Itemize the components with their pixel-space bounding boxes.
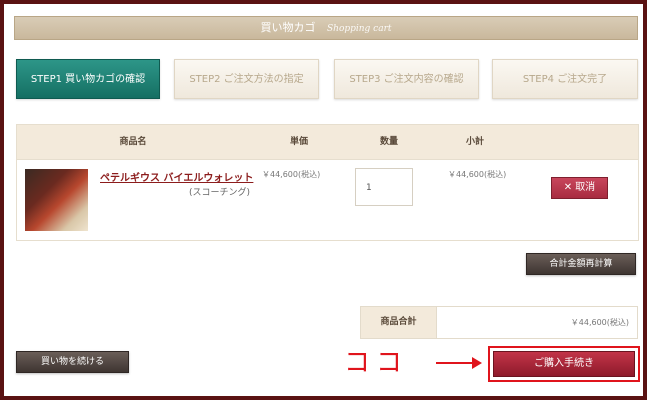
quantity-input[interactable]: 1: [355, 168, 413, 206]
page-frame: 買い物カゴ Shopping cart STEP1 買い物カゴの確認 STEP2…: [0, 0, 647, 400]
delete-button[interactable]: ✕ 取消: [551, 177, 608, 199]
total-value: ￥44,600(税込): [570, 318, 629, 327]
cart-header: 買い物カゴ Shopping cart: [14, 16, 638, 40]
purchase-button[interactable]: ご購入手続き: [493, 351, 635, 377]
delete-label: 取消: [575, 182, 596, 193]
recalculate-button[interactable]: 合計金額再計算: [526, 253, 636, 275]
total-label: 商品合計: [361, 307, 437, 338]
step-label: STEP4 ご注文完了: [522, 74, 608, 85]
continue-shopping-button[interactable]: 買い物を続ける: [16, 351, 129, 373]
cart-table-header: 商品名 単価 数量 小計: [17, 125, 638, 160]
cart-table: 商品名 単価 数量 小計 ペテルギウス バイエルウォレット (スコーチング) ￥…: [16, 124, 639, 241]
product-name-link[interactable]: ペテルギウス バイエルウォレット: [100, 169, 253, 184]
column-product: 商品名: [119, 137, 147, 147]
unit-price: ￥44,600(税込): [262, 170, 321, 179]
column-unit-price: 単価: [289, 137, 308, 147]
step-label: STEP1 買い物カゴの確認: [30, 74, 146, 85]
step-2-order-method: STEP2 ご注文方法の指定: [174, 59, 319, 99]
step-4-order-complete: STEP4 ご注文完了: [492, 59, 638, 99]
cart-total: 商品合計 ￥44,600(税込): [360, 306, 638, 339]
purchase-highlight: ご購入手続き: [488, 346, 640, 382]
column-quantity: 数量: [379, 137, 398, 147]
annotation-text: ココ: [344, 348, 409, 378]
column-subtotal: 小計: [465, 137, 484, 147]
item-subtotal: ￥44,600(税込): [448, 170, 507, 179]
page-subtitle: Shopping cart: [326, 24, 392, 34]
step-label: STEP3 ご注文内容の確認: [349, 74, 464, 85]
product-image[interactable]: [25, 169, 88, 231]
close-icon: ✕: [563, 182, 573, 193]
step-3-order-confirm: STEP3 ご注文内容の確認: [334, 59, 479, 99]
page-title: 買い物カゴ: [260, 21, 316, 34]
step-label: STEP2 ご注文方法の指定: [189, 74, 304, 85]
product-variant: (スコーチング): [189, 188, 251, 198]
step-1-cart-review: STEP1 買い物カゴの確認: [16, 59, 160, 99]
arrow-right-icon: [436, 357, 482, 369]
